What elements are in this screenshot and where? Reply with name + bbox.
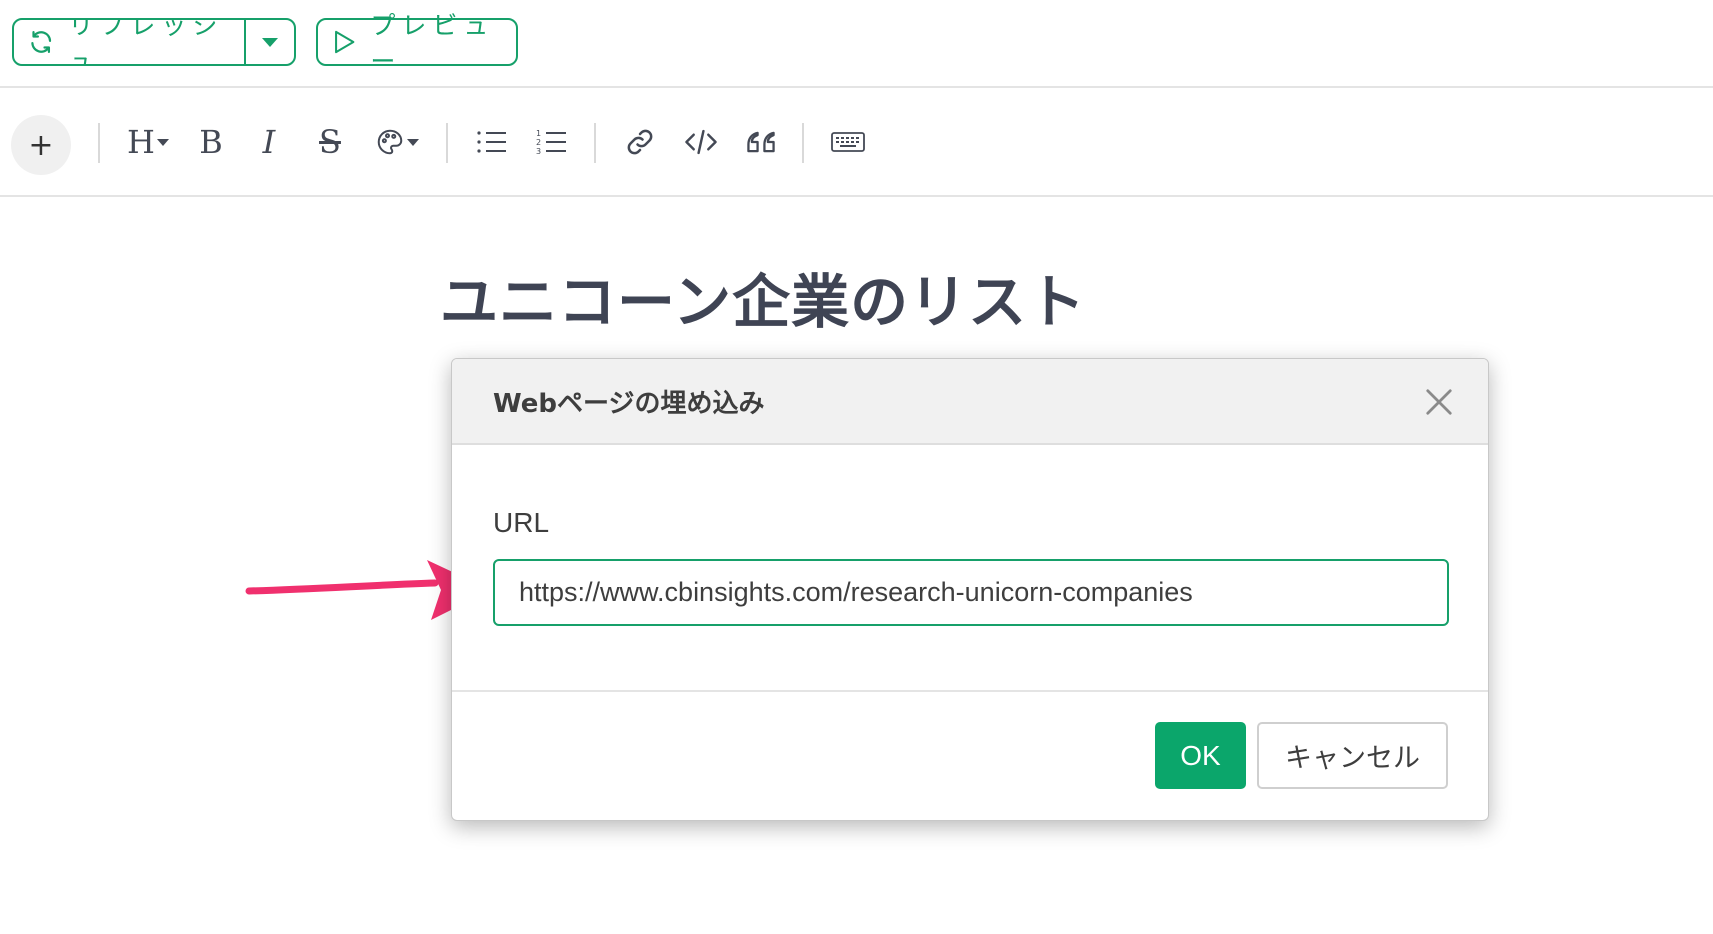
numbered-list-icon: 1 2 3	[536, 129, 566, 156]
dialog-footer: OK キャンセル	[452, 692, 1488, 820]
numbered-list-button[interactable]: 1 2 3	[534, 118, 570, 166]
refresh-label: リフレッシュ	[68, 18, 224, 66]
plus-icon: +	[28, 127, 54, 163]
add-block-button[interactable]: +	[11, 115, 71, 175]
preview-label: プレビュー	[370, 11, 495, 76]
dialog-header: Webページの埋め込み	[452, 359, 1488, 445]
link-button[interactable]	[622, 118, 658, 166]
heading-button[interactable]: H	[120, 118, 176, 166]
dialog-title: Webページの埋め込み	[493, 388, 765, 419]
refresh-button[interactable]: リフレッシュ	[14, 20, 246, 64]
formatting-toolbar: + H B I S 1 2 3	[0, 88, 1713, 197]
bold-icon: B	[199, 123, 223, 161]
preview-button[interactable]: プレビュー	[316, 11, 518, 76]
top-action-bar: リフレッシュ プレビュー	[0, 0, 1713, 88]
caret-down-icon	[156, 138, 169, 146]
bullet-list-button[interactable]	[474, 118, 510, 166]
dialog-body: URL	[452, 445, 1488, 692]
close-icon[interactable]	[1424, 387, 1454, 417]
bullet-list-icon	[477, 131, 506, 153]
toolbar-divider	[594, 123, 596, 163]
toolbar-divider	[446, 123, 448, 163]
bold-button[interactable]: B	[194, 118, 228, 166]
refresh-dropdown-toggle[interactable]	[246, 20, 294, 64]
italic-icon: I	[262, 123, 276, 161]
color-button[interactable]	[370, 118, 424, 166]
code-icon	[685, 129, 717, 155]
toolbar-divider	[98, 123, 100, 163]
embed-webpage-dialog: Webページの埋め込み URL OK キャンセル	[451, 358, 1489, 821]
heading-icon: H	[127, 123, 155, 161]
url-label: URL	[493, 507, 550, 538]
strikethrough-icon: S	[319, 123, 341, 161]
document-title: ユニコーン企業のリスト	[440, 268, 1087, 336]
caret-down-icon	[262, 37, 278, 47]
italic-button[interactable]: I	[252, 118, 286, 166]
refresh-icon	[31, 30, 52, 54]
palette-icon	[377, 129, 403, 155]
caret-down-icon	[407, 138, 419, 146]
ok-button[interactable]: OK	[1155, 722, 1246, 789]
play-icon	[335, 30, 355, 54]
quote-button[interactable]	[742, 118, 780, 166]
strikethrough-button[interactable]: S	[312, 118, 348, 166]
url-input[interactable]	[493, 559, 1449, 626]
keyboard-shortcuts-button[interactable]	[828, 118, 868, 166]
svg-text:3: 3	[536, 147, 541, 156]
toolbar-divider	[802, 123, 804, 163]
link-icon	[627, 129, 653, 155]
keyboard-icon	[831, 132, 865, 152]
quote-icon	[747, 131, 775, 153]
cancel-button[interactable]: キャンセル	[1257, 722, 1448, 789]
svg-text:1: 1	[536, 129, 541, 138]
refresh-button-group: リフレッシュ	[12, 18, 296, 66]
svg-text:2: 2	[536, 138, 541, 147]
code-button[interactable]	[682, 118, 720, 166]
